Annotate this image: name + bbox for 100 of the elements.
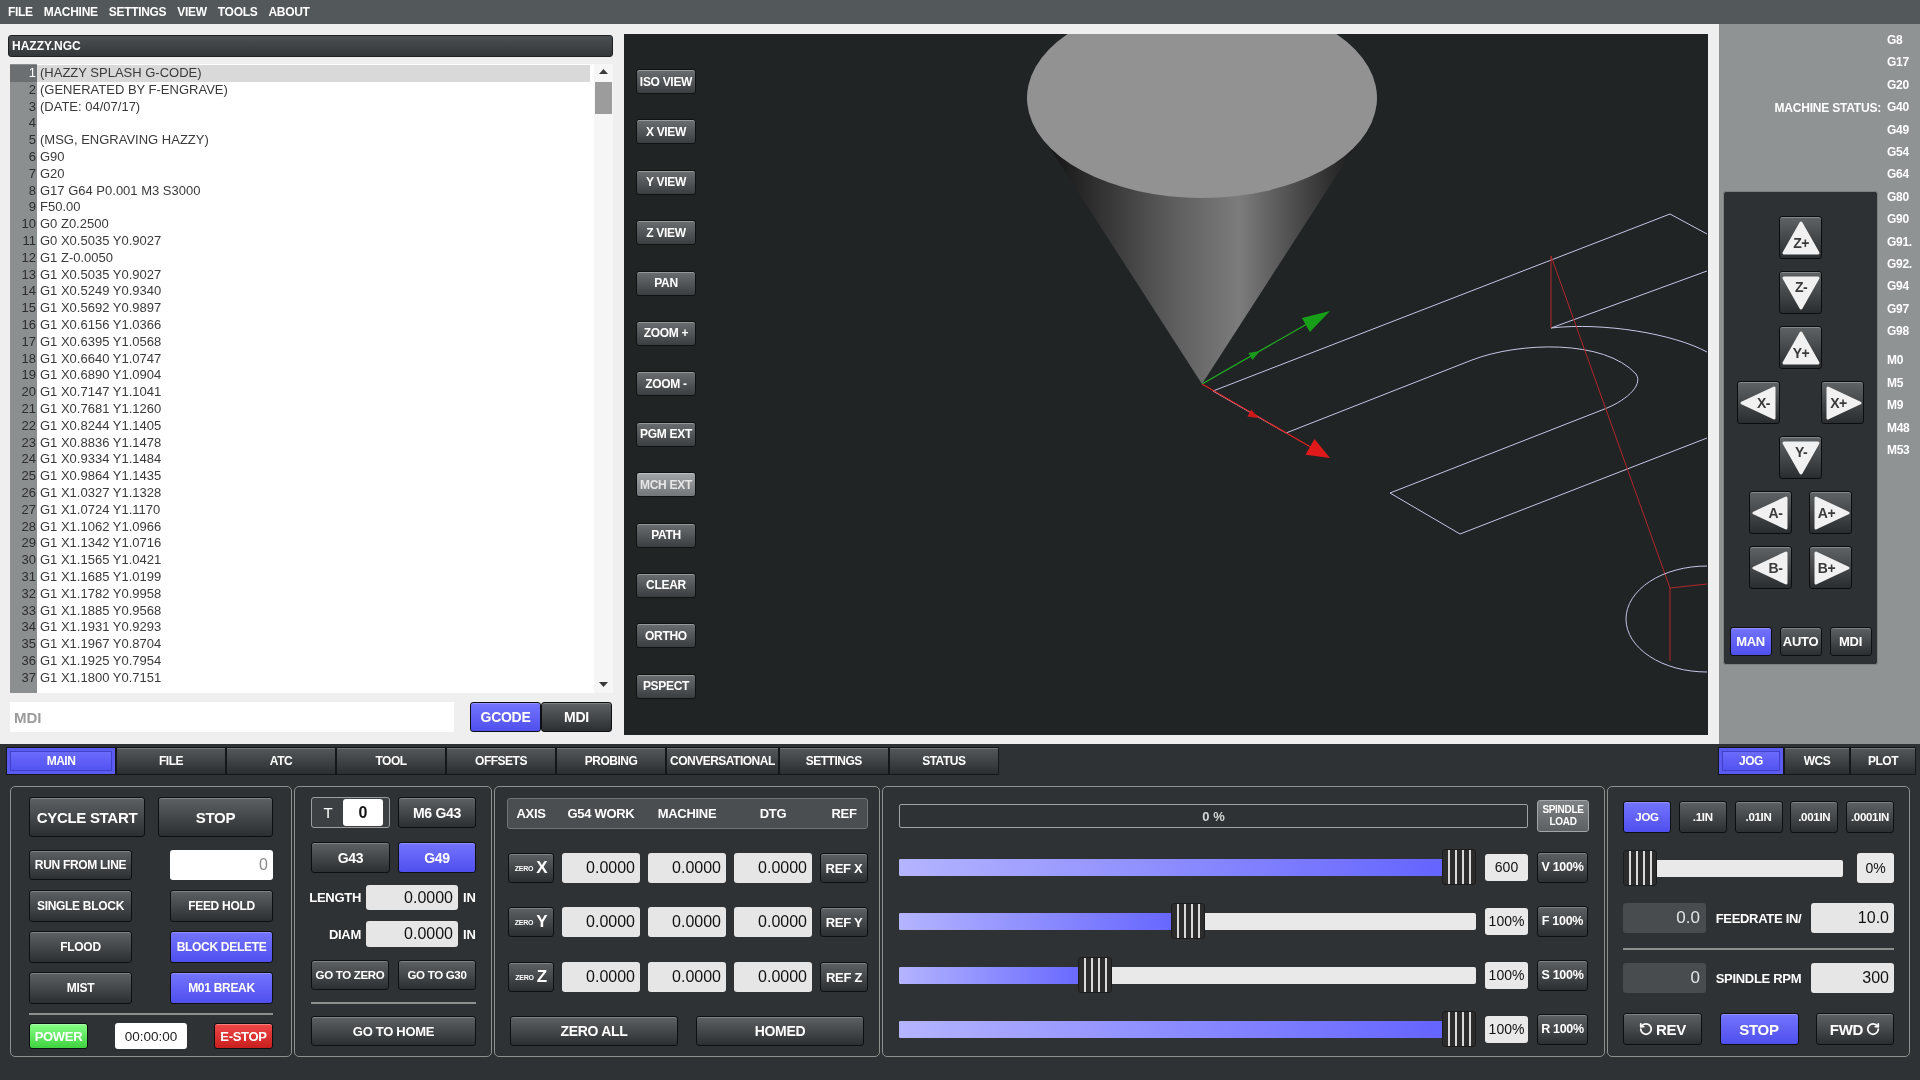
slider-thumb[interactable] [1078, 957, 1113, 993]
view-button[interactable]: ZOOM + [636, 320, 696, 346]
menu-item[interactable]: VIEW [177, 5, 207, 19]
toggle-button[interactable]: FLOOD [29, 931, 132, 963]
spindle-button[interactable]: STOP [1719, 1013, 1799, 1045]
override-reset-button[interactable]: R 100% [1537, 1013, 1588, 1045]
menu-item[interactable]: ABOUT [268, 5, 310, 19]
position-action-button[interactable]: HOMED [696, 1016, 864, 1046]
view-button[interactable]: Z VIEW [636, 220, 696, 246]
tab[interactable]: SETTINGS [778, 747, 889, 775]
view-button[interactable]: PAN [636, 270, 696, 296]
override-slider[interactable] [899, 849, 1476, 885]
gcode-line[interactable]: G1 X0.9864 Y1.1435 [37, 468, 165, 485]
estop-button[interactable]: E-STOP [214, 1023, 273, 1049]
axis-direction-button[interactable]: Y- [1779, 436, 1822, 479]
increment-button[interactable]: .001IN [1790, 801, 1839, 833]
scroll-up-arrow-icon[interactable] [599, 69, 608, 74]
mode-button[interactable]: MDI [541, 702, 612, 732]
gcode-line[interactable]: G1 X0.7681 Y1.1260 [37, 400, 165, 418]
override-reset-button[interactable]: V 100% [1537, 851, 1588, 883]
gcode-line[interactable]: G1 X1.0327 Y1.1328 [37, 484, 165, 502]
gcode-line[interactable]: G1 X0.5035 Y0.9027 [37, 266, 165, 284]
gcode-line[interactable]: G1 X0.6395 Y1.0568 [37, 333, 165, 351]
gcode-line[interactable]: G1 X1.1967 Y0.8704 [37, 636, 165, 653]
tool-number-field[interactable]: 0 [343, 799, 383, 826]
gcode-line[interactable]: G1 X1.1885 Y0.9568 [37, 602, 165, 620]
gcode-line[interactable]: G1 Z-0.0050 [37, 249, 116, 267]
gcode-line[interactable]: G1 X1.1565 Y1.0421 [37, 552, 165, 569]
tab[interactable]: WCS [1784, 747, 1850, 775]
override-reset-button[interactable]: S 100% [1537, 959, 1588, 991]
axis-direction-button[interactable]: Z- [1779, 271, 1822, 314]
tab[interactable]: CONVERSATIONAL [666, 747, 779, 775]
tool-change-button[interactable]: M6 G43 [398, 797, 476, 828]
gcode-line[interactable]: G1 X0.5692 Y0.9897 [37, 300, 165, 317]
spindle-button[interactable]: FWD [1816, 1013, 1894, 1045]
mdi-input[interactable]: MDI [10, 702, 454, 732]
offset-field[interactable]: 0.0000 [366, 921, 458, 947]
goto-button[interactable]: GO TO G30 [398, 960, 476, 990]
slider-thumb[interactable] [1623, 850, 1657, 886]
view-button[interactable]: X VIEW [636, 119, 696, 145]
home-button[interactable]: GO TO HOME [311, 1016, 476, 1046]
toggle-button[interactable]: SINGLE BLOCK [29, 890, 132, 922]
spindle-button[interactable]: REV [1623, 1013, 1702, 1045]
menu-item[interactable]: MACHINE [43, 5, 98, 19]
gcode-line[interactable]: G1 X0.8836 Y1.1478 [37, 434, 165, 452]
spindle-speed-field[interactable]: 300 [1811, 963, 1894, 993]
gcode-line[interactable]: G1 X1.1062 Y1.0966 [37, 518, 165, 536]
scrollbar-thumb[interactable] [595, 82, 612, 114]
slider-thumb[interactable] [1442, 1011, 1476, 1047]
gcode-line[interactable]: G1 X1.1342 Y1.0716 [37, 535, 165, 553]
gcode-line[interactable]: G0 X0.5035 Y0.9027 [37, 232, 165, 250]
run-from-line-button[interactable]: RUN FROM LINE [29, 850, 132, 880]
gcode-line[interactable]: G1 X1.1685 Y1.0199 [37, 568, 165, 586]
override-slider[interactable] [899, 957, 1476, 993]
offset-mode-button[interactable]: G43 [311, 842, 390, 873]
override-slider[interactable] [899, 903, 1476, 939]
gcode-line[interactable]: G1 X1.1800 Y0.7151 [37, 669, 165, 687]
axis-direction-button[interactable]: B- [1749, 546, 1792, 589]
view-button[interactable]: CLEAR [636, 572, 696, 598]
view-button[interactable]: ZOOM - [636, 371, 696, 397]
scrollbar[interactable] [594, 64, 613, 693]
axis-direction-button[interactable]: B+ [1809, 546, 1852, 589]
view-button[interactable]: ISO VIEW [636, 69, 696, 94]
offset-mode-button[interactable]: G49 [398, 842, 476, 873]
tab[interactable]: PLOT [1850, 747, 1916, 775]
gcode-line[interactable]: G0 Z0.2500 [37, 216, 112, 233]
mode-button[interactable]: GCODE [470, 702, 541, 732]
axis-direction-button[interactable]: X+ [1821, 381, 1864, 424]
gcode-line[interactable]: G1 X0.6890 Y1.0904 [37, 367, 165, 385]
menu-item[interactable]: FILE [8, 5, 33, 19]
tab[interactable]: JOG [1718, 747, 1784, 775]
jog-speed-slider[interactable] [1623, 850, 1843, 886]
start-line-field[interactable]: 0 [170, 850, 273, 880]
slider-thumb[interactable] [1442, 849, 1476, 885]
increment-button[interactable]: .01IN [1734, 801, 1783, 833]
axis-direction-button[interactable]: X- [1737, 381, 1780, 424]
mode-button[interactable]: MDI [1829, 627, 1872, 656]
toggle-button[interactable]: FEED HOLD [170, 890, 273, 922]
gcode-line[interactable]: G1 X1.0724 Y1.1170 [37, 501, 164, 519]
program-button[interactable]: CYCLE START [29, 797, 145, 837]
gcode-line[interactable]: G1 X0.8244 Y1.1405 [37, 417, 165, 435]
gcode-line[interactable]: G1 X0.9334 Y1.1484 [37, 451, 165, 469]
toggle-button[interactable]: BLOCK DELETE [170, 931, 273, 963]
gcode-line[interactable]: G1 X1.1925 Y0.7954 [37, 652, 165, 670]
tab[interactable]: TOOL [336, 747, 446, 775]
gcode-line[interactable]: G1 X1.1782 Y0.9958 [37, 585, 165, 603]
spindle-load-button[interactable]: SPINDLE LOAD [1537, 800, 1589, 832]
gcode-line[interactable]: G1 X0.6640 Y1.0747 [37, 350, 165, 368]
menu-item[interactable]: TOOLS [217, 5, 258, 19]
ref-axis-button[interactable]: REF Z [820, 962, 868, 992]
gcode-line[interactable]: G17 G64 P0.001 M3 S3000 [37, 182, 204, 200]
gcode-line[interactable]: G1 X1.1931 Y0.9293 [37, 619, 165, 637]
program-button[interactable]: STOP [158, 797, 273, 837]
goto-button[interactable]: GO TO ZERO [311, 960, 389, 990]
feedrate-field[interactable]: 10.0 [1811, 903, 1894, 933]
tab[interactable]: OFFSETS [446, 747, 556, 775]
mode-button[interactable]: MAN [1729, 627, 1772, 656]
view-button[interactable]: Y VIEW [636, 169, 696, 195]
view-button[interactable]: PSPECT [636, 673, 696, 699]
ref-axis-button[interactable]: REF X [820, 853, 868, 883]
